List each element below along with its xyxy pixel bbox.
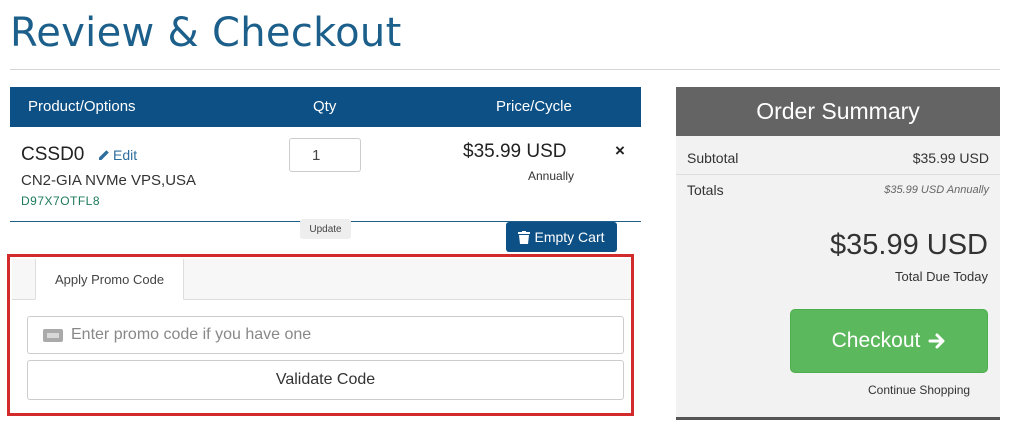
product-description: CN2-GIA NVMe VPS,USA (21, 172, 197, 189)
trash-icon (518, 230, 531, 244)
header-price: Price/Cycle (496, 98, 572, 115)
totals-row: Totals $35.99 USD Annually (687, 182, 989, 198)
arrow-right-icon (928, 333, 945, 349)
empty-cart-label: Empty Cart (534, 229, 605, 245)
summary-divider (676, 174, 1000, 175)
ticket-icon (43, 328, 63, 342)
subtotal-value: $35.99 USD (912, 150, 989, 166)
promo-panel: Apply Promo Code Validate Code (7, 254, 634, 416)
update-button[interactable]: Update (300, 219, 351, 239)
subtotal-row: Subtotal $35.99 USD (687, 150, 989, 166)
continue-shopping-link[interactable]: Continue Shopping (868, 383, 970, 397)
product-name: CSSD0 (21, 144, 85, 165)
total-due-amount: $35.99 USD (830, 229, 988, 261)
checkout-label: Checkout (831, 329, 921, 352)
validate-code-button[interactable]: Validate Code (27, 360, 624, 400)
checkout-button[interactable]: Checkout (790, 309, 988, 373)
total-due-label: Total Due Today (895, 269, 988, 284)
edit-link[interactable]: Edit (97, 147, 137, 163)
empty-cart-button[interactable]: Empty Cart (506, 222, 617, 252)
header-qty: Qty (313, 98, 337, 115)
totals-value: $35.99 USD Annually (884, 184, 989, 196)
billing-cycle: Annually (528, 169, 575, 183)
header-product: Product/Options (28, 98, 136, 115)
title-divider (10, 69, 1000, 70)
cart-header: Product/Options Qty Price/Cycle (10, 87, 641, 127)
cart-table: Product/Options Qty Price/Cycle CSSD0 Ed… (10, 87, 641, 252)
totals-label: Totals (687, 182, 724, 198)
product-id: D97X7OTFL8 (21, 194, 101, 208)
page-title: Review & Checkout (10, 10, 402, 56)
close-icon[interactable]: × (615, 141, 625, 161)
summary-title: Order Summary (676, 87, 1000, 136)
pencil-icon (99, 149, 109, 160)
promo-input-group (27, 316, 624, 354)
tab-apply-promo[interactable]: Apply Promo Code (35, 259, 184, 300)
cart-item-row: CSSD0 Edit CN2-GIA NVMe VPS,USA D97X7OTF… (10, 127, 641, 239)
promo-tabbar: Apply Promo Code (12, 259, 631, 300)
edit-label: Edit (113, 147, 138, 163)
promo-code-input[interactable] (63, 316, 623, 354)
subtotal-label: Subtotal (687, 150, 739, 166)
order-summary: Order Summary Subtotal $35.99 USD Totals… (676, 87, 1000, 420)
qty-input[interactable] (289, 138, 361, 172)
item-price: $35.99 USD (463, 141, 567, 162)
